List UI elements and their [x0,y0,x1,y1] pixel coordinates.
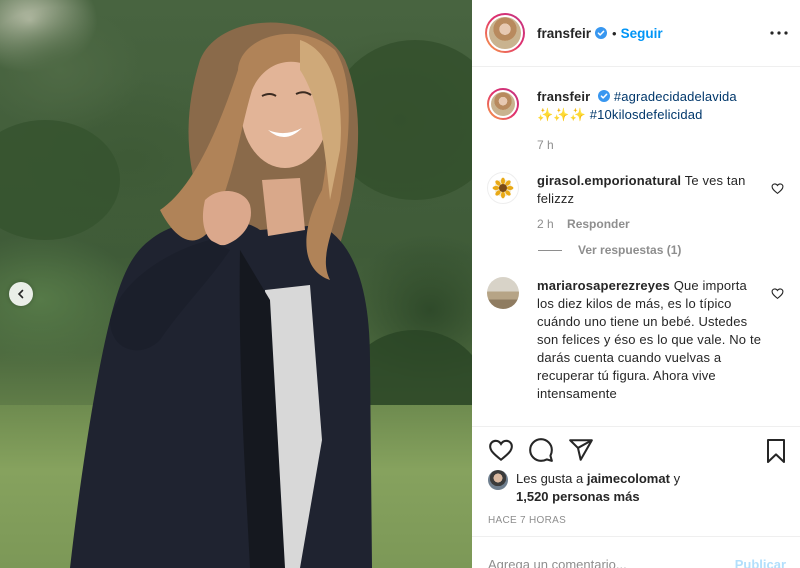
commenter-avatar[interactable] [487,277,519,309]
post-caption: fransfeir #agradecidadelavida ✨✨✨ #10kil… [487,88,784,152]
caption-emojis: ✨✨✨ [537,107,587,122]
caption-text: fransfeir #agradecidadelavida ✨✨✨ #10kil… [537,88,737,124]
post-photo[interactable] [0,0,472,568]
author-avatar[interactable] [485,13,525,53]
post-sidebar: fransfeir • Seguir fransfeir #agradecida… [472,0,800,568]
comment-bubble-icon[interactable] [528,437,554,463]
comment-body: Que importa los diez kilos de más, es lo… [537,278,762,401]
likes-summary: Les gusta a jaimecolomat y 1,520 persona… [488,470,788,506]
view-replies-button[interactable]: Ver respuestas (1) [538,243,784,257]
commenter-avatar[interactable] [487,172,519,204]
likes-conjunction: y [673,471,681,486]
caption-username[interactable]: fransfeir [537,89,590,104]
like-heart-icon[interactable] [488,437,514,463]
post-timestamp[interactable]: HACE 7 HORAS [488,515,566,526]
liker-avatar[interactable] [488,470,508,490]
liker-username[interactable]: jaimecolomat [587,471,670,486]
follow-button[interactable]: Seguir [621,26,663,41]
caption-time[interactable]: 7 h [537,138,737,152]
reply-button[interactable]: Responder [567,217,630,231]
previous-photo-button[interactable] [9,282,33,306]
comment-input[interactable] [488,557,718,568]
share-paper-plane-icon[interactable] [568,437,594,463]
comment-time[interactable]: 2 h [537,217,554,231]
hashtag-link[interactable]: #10kilosdefelicidad [590,107,703,122]
post-actions [472,426,800,472]
ellipsis-icon[interactable] [770,26,788,40]
view-replies-label: Ver respuestas (1) [578,243,682,257]
bookmark-icon[interactable] [764,438,788,464]
photo-woman [70,22,372,568]
comment-username[interactable]: mariarosaperezreyes [537,278,670,293]
author-username[interactable]: fransfeir [537,26,591,41]
verified-badge-icon [595,27,608,39]
likes-count[interactable]: 1,520 personas más [516,489,640,504]
chevron-left-icon [17,289,24,299]
comment-item: girasol.emporionatural Te ves tan felizz… [487,172,784,231]
comment-text: girasol.emporionatural Te ves tan felizz… [537,172,762,208]
caption-avatar[interactable] [487,88,519,120]
sunflower-icon [492,177,514,199]
verified-badge-icon [598,90,611,102]
post-header: fransfeir • Seguir [472,0,800,67]
comments-list[interactable]: fransfeir #agradecidadelavida ✨✨✨ #10kil… [472,68,800,426]
heart-icon[interactable] [771,182,784,195]
comment-item: mariarosaperezreyes Que importa los diez… [487,277,784,403]
replies-divider [538,249,562,251]
add-comment-bar: Publicar [472,536,800,568]
heart-icon[interactable] [771,287,784,300]
publish-button[interactable]: Publicar [735,557,786,568]
comment-meta: 2 h Responder [537,217,762,231]
hashtag-link[interactable]: #agradecidadelavida [614,89,737,104]
comment-text: mariarosaperezreyes Que importa los diez… [537,277,762,403]
likes-prefix: Les gusta a [516,471,584,486]
header-separator: • [612,25,617,41]
comment-username[interactable]: girasol.emporionatural [537,173,681,188]
